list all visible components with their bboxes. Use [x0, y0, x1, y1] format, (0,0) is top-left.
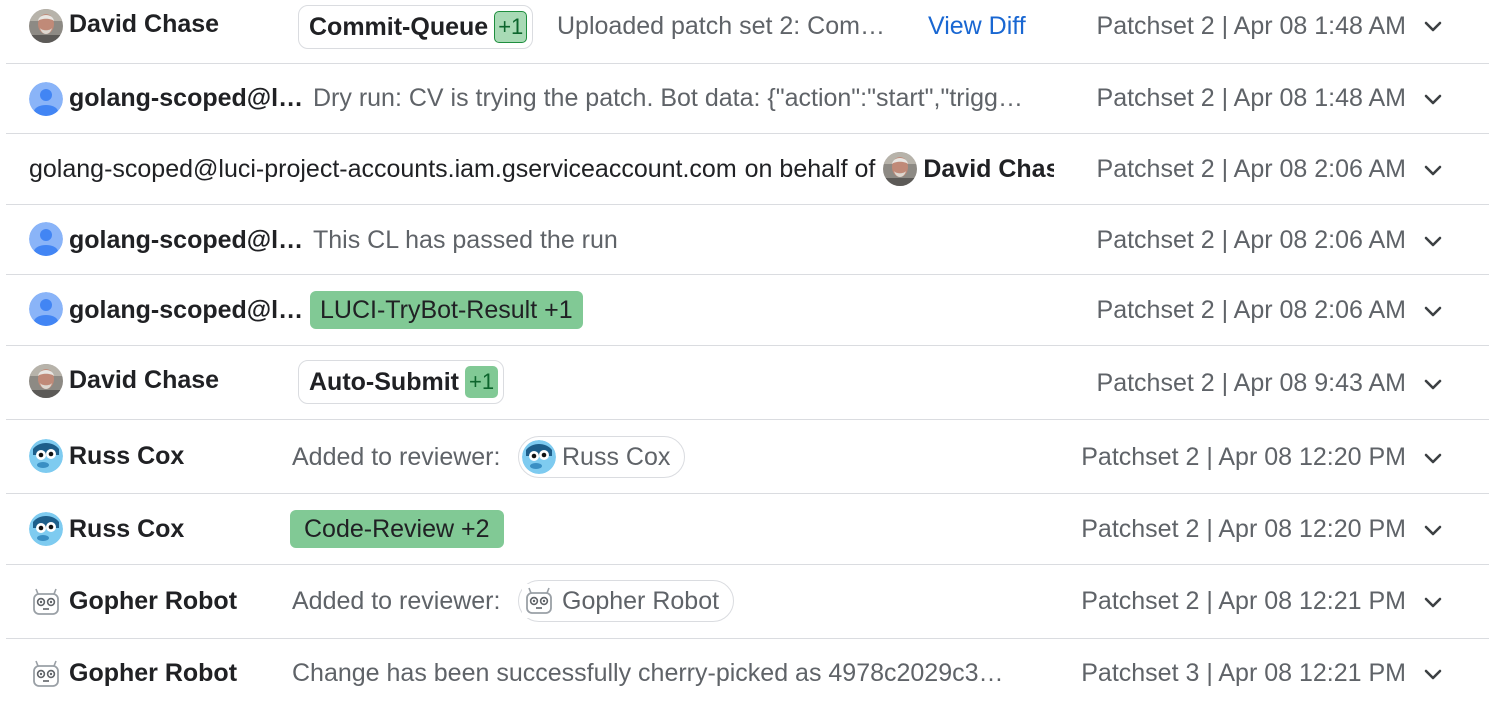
russ-avatar-icon [522, 440, 556, 474]
message-date: Patchset 2 | Apr 08 12:20 PM [1081, 443, 1406, 471]
message-row[interactable]: golang-scoped@l… Dry run: CV is trying t… [6, 64, 1489, 134]
reviewer-chip[interactable]: Russ Cox [518, 436, 686, 478]
chevron-down-icon[interactable] [1422, 373, 1444, 395]
message-summary: This CL has passed the run [313, 226, 618, 254]
chevron-down-icon[interactable] [1422, 159, 1444, 181]
gopher-robot-icon [29, 657, 63, 691]
message-date: Patchset 2 | Apr 08 12:20 PM [1081, 515, 1406, 543]
message-date: Patchset 2 | Apr 08 2:06 AM [1096, 296, 1406, 324]
gopher-robot-icon [29, 585, 63, 619]
message-summary: Added to reviewer: [292, 587, 501, 615]
message-author: David Chase [69, 10, 220, 38]
message-date: Patchset 2 | Apr 08 1:48 AM [1096, 12, 1406, 40]
message-row[interactable]: Russ Cox Added to reviewer: Russ Cox Pat… [6, 420, 1489, 494]
chevron-down-icon[interactable] [1422, 230, 1444, 252]
message-date: Patchset 2 | Apr 08 2:06 AM [1096, 155, 1406, 183]
message-author: Gopher Robot [69, 587, 238, 615]
russ-avatar-icon [29, 439, 63, 473]
message-date: Patchset 2 | Apr 08 9:43 AM [1096, 369, 1406, 397]
vote-chip-trybot-result: LUCI-TryBot-Result +1 [310, 291, 583, 329]
person-icon [29, 292, 63, 326]
chevron-down-icon[interactable] [1422, 519, 1444, 541]
message-date: Patchset 3 | Apr 08 12:21 PM [1081, 659, 1406, 687]
message-summary: Dry run: CV is trying the patch. Bot dat… [313, 84, 1023, 112]
message-date: Patchset 2 | Apr 08 2:06 AM [1096, 226, 1406, 254]
message-author: Russ Cox [69, 515, 185, 543]
message-summary: Uploaded patch set 2: Com… [557, 12, 885, 40]
user-photo-icon [29, 364, 63, 398]
gopher-robot-icon [522, 584, 556, 618]
chevron-down-icon[interactable] [1422, 663, 1444, 685]
message-summary: Added to reviewer: [292, 443, 501, 471]
message-row[interactable]: golang-scoped@l… This CL has passed the … [6, 205, 1489, 275]
view-diff-link[interactable]: View Diff [928, 12, 1026, 41]
message-row[interactable]: David Chase Commit-Queue +1 Uploaded pat… [6, 0, 1489, 64]
message-date: Patchset 2 | Apr 08 1:48 AM [1096, 84, 1406, 112]
on-behalf-line: golang-scoped@luci-project-accounts.iam.… [29, 152, 1054, 186]
message-author: golang-scoped@l… [69, 84, 301, 112]
person-icon [29, 82, 63, 116]
reviewer-chip[interactable]: Gopher Robot [518, 580, 735, 622]
reviewer-name: Russ Cox [562, 442, 671, 471]
service-account: golang-scoped@luci-project-accounts.iam.… [29, 154, 737, 183]
user-photo-icon [29, 9, 63, 43]
reviewer-name: Gopher Robot [562, 586, 720, 615]
message-author: golang-scoped@l… [69, 226, 301, 254]
message-author: Russ Cox [69, 442, 185, 470]
vote-chip-code-review: Code-Review +2 [290, 510, 504, 548]
vote-chip-commit-queue: Commit-Queue +1 [298, 5, 534, 49]
user-photo-icon [883, 152, 917, 186]
message-row[interactable]: Russ Cox Code-Review +2 Patchset 2 | Apr… [6, 494, 1489, 565]
message-author: Gopher Robot [69, 659, 238, 687]
russ-avatar-icon [29, 512, 63, 546]
vote-chip-auto-submit: Auto-Submit +1 [298, 360, 505, 404]
on-behalf-name: David Chase [923, 154, 1054, 183]
message-row[interactable]: golang-scoped@luci-project-accounts.iam.… [6, 134, 1489, 205]
message-author: golang-scoped@l… [69, 296, 301, 324]
message-row[interactable]: David Chase Auto-Submit +1 Patchset 2 | … [6, 346, 1489, 420]
chevron-down-icon[interactable] [1422, 300, 1444, 322]
chevron-down-icon[interactable] [1422, 15, 1444, 37]
chevron-down-icon[interactable] [1422, 447, 1444, 469]
vote-value: +1 [494, 11, 528, 43]
person-icon [29, 222, 63, 256]
vote-label: Auto-Submit [309, 367, 459, 396]
message-row[interactable]: golang-scoped@l… LUCI-TryBot-Result +1 P… [6, 275, 1489, 346]
on-behalf-text: on behalf of [744, 154, 876, 183]
vote-value: +1 [464, 366, 499, 398]
chevron-down-icon[interactable] [1422, 88, 1444, 110]
message-row[interactable]: Gopher Robot Change has been successfull… [6, 639, 1489, 708]
message-author: David Chase [69, 366, 220, 394]
chevron-down-icon[interactable] [1422, 591, 1444, 613]
message-row[interactable]: Gopher Robot Added to reviewer: Gopher R… [6, 565, 1489, 639]
vote-label: Commit-Queue [309, 12, 489, 41]
message-summary: Change has been successfully cherry-pick… [292, 659, 1004, 687]
message-date: Patchset 2 | Apr 08 12:21 PM [1081, 587, 1406, 615]
